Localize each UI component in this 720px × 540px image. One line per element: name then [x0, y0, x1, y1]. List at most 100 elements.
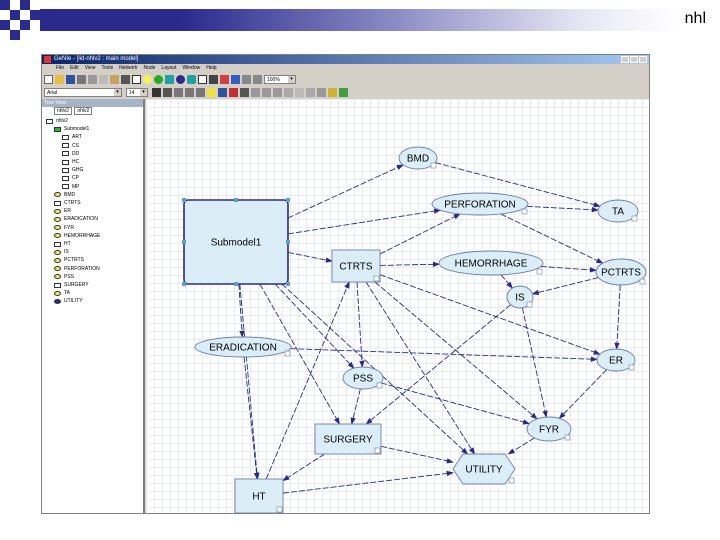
menu-help[interactable]: Help — [206, 64, 216, 73]
selection-handle[interactable] — [234, 282, 238, 286]
maximize-button[interactable] — [630, 56, 638, 63]
select-icon[interactable] — [132, 74, 141, 84]
node-ctrts[interactable]: CTRTS — [331, 249, 381, 283]
align-middle-icon[interactable] — [262, 87, 271, 97]
selection-handle[interactable] — [286, 240, 290, 244]
font-color-icon[interactable] — [229, 87, 238, 97]
layout-icon[interactable] — [317, 87, 326, 97]
arc-hemorrhage-is[interactable] — [500, 274, 513, 289]
distribute-icon[interactable] — [284, 87, 293, 97]
tree-item[interactable]: HC — [62, 158, 79, 166]
tree-item[interactable]: MP — [62, 183, 80, 191]
algorithm-icon[interactable] — [231, 74, 240, 84]
tree-item[interactable]: BMD — [54, 191, 75, 199]
arc-ctrts-perforation[interactable] — [379, 213, 461, 255]
text-icon[interactable] — [198, 74, 207, 84]
line-width-icon[interactable] — [240, 87, 249, 97]
zoom-in-icon[interactable] — [242, 74, 251, 84]
deterministic-node-icon[interactable] — [154, 74, 163, 84]
tree-item[interactable]: CP — [62, 174, 79, 182]
arc-is-surgery[interactable] — [365, 304, 511, 425]
menu-node[interactable]: Node — [143, 64, 155, 73]
align-top-icon[interactable] — [251, 87, 260, 97]
font-name-select[interactable]: Arial ▾ — [44, 87, 122, 97]
node-submodel1[interactable]: Submodel1 — [182, 198, 290, 286]
arc-submodel1-ctrts[interactable] — [287, 251, 333, 263]
align-right-icon[interactable] — [196, 87, 205, 97]
node-surgery[interactable]: SURGERY — [314, 423, 382, 455]
arc-pss-surgery[interactable] — [350, 388, 361, 425]
tree-item[interactable]: HT — [54, 240, 71, 248]
minimize-button[interactable] — [621, 56, 629, 63]
tree-item[interactable]: PERFORATION — [54, 265, 100, 273]
node-utility[interactable]: UTILITY — [452, 453, 516, 485]
copy-icon[interactable] — [99, 74, 108, 84]
arc-er-fyr[interactable] — [558, 369, 608, 420]
selection-handle[interactable] — [182, 240, 186, 244]
arc-surgery-utility[interactable] — [380, 445, 454, 464]
arc-submodel1-ht[interactable] — [239, 283, 260, 480]
sensitivity-icon[interactable] — [328, 87, 337, 97]
align-center-icon[interactable] — [185, 87, 194, 97]
node-bmd[interactable]: BMD — [398, 146, 438, 170]
arc-pctrts-er[interactable] — [614, 284, 621, 350]
tree-item[interactable]: ERADICATION — [54, 215, 98, 223]
selection-handle[interactable] — [182, 198, 186, 202]
italic-icon[interactable] — [163, 87, 172, 97]
strength-icon[interactable] — [339, 87, 348, 97]
graph-canvas[interactable]: Submodel1 BMD PERFORATION TA CTRTS HEMORRHAGE… — [146, 99, 649, 513]
fill-color-icon[interactable] — [207, 87, 216, 97]
tree-item[interactable]: UTILITY — [54, 297, 83, 305]
arrange-icon[interactable] — [306, 87, 315, 97]
arc-ctrts-pss[interactable] — [356, 281, 365, 368]
node-eradication[interactable]: ERADICATION — [194, 336, 292, 358]
node-pss[interactable]: PSS — [342, 366, 384, 390]
arc-pss-fyr[interactable] — [380, 382, 531, 425]
node-hemorrhage[interactable]: HEMORRHAGE — [438, 250, 544, 276]
arc-surgery-ht[interactable] — [282, 453, 325, 482]
tree-item[interactable]: CTRTS — [54, 199, 81, 207]
selection-handle[interactable] — [286, 198, 290, 202]
tree-item[interactable]: HEMORRHAGE — [54, 232, 100, 240]
tree-tab[interactable]: nhlv2 — [74, 107, 93, 115]
tree-item[interactable]: FYR — [54, 224, 74, 232]
new-icon[interactable] — [44, 74, 53, 84]
submodel-icon[interactable] — [187, 74, 196, 84]
zoom-out-icon[interactable] — [253, 74, 262, 84]
save-icon[interactable] — [66, 74, 75, 84]
tree-item[interactable]: ER — [54, 207, 71, 215]
arc-submodel1-bmd[interactable] — [287, 164, 404, 219]
selection-handle[interactable] — [182, 282, 186, 286]
node-fyr[interactable]: FYR — [526, 416, 572, 442]
decision-node-icon[interactable] — [165, 74, 174, 84]
tree-item[interactable]: CS — [62, 142, 79, 150]
font-size-select[interactable]: 14 ▾ — [126, 87, 148, 97]
tree-item[interactable]: PCTRTS — [54, 256, 84, 264]
arc-icon[interactable] — [209, 74, 218, 84]
node-perforation[interactable]: PERFORATION — [431, 192, 529, 216]
arc-ht-utility[interactable] — [282, 470, 454, 494]
align-bottom-icon[interactable] — [273, 87, 282, 97]
arc-ctrts-utility[interactable] — [365, 281, 476, 455]
tree-item[interactable]: PSS — [54, 273, 74, 281]
node-er[interactable]: ER — [596, 348, 636, 372]
tree-item[interactable]: nhlv2 — [46, 117, 68, 125]
paste-icon[interactable] — [110, 74, 119, 84]
node-pctrts[interactable]: PCTRTS — [595, 258, 647, 286]
menu-layout[interactable]: Layout — [161, 64, 176, 73]
bold-icon[interactable] — [152, 87, 161, 97]
arc-eradication-er[interactable] — [290, 348, 598, 362]
arc-pctrts-is[interactable] — [531, 277, 599, 296]
find-icon[interactable] — [121, 74, 130, 84]
tree-item[interactable]: Submodel1 — [54, 125, 89, 133]
update-icon[interactable] — [220, 74, 229, 84]
node-ht[interactable]: HT — [234, 478, 284, 513]
menu-view[interactable]: View — [85, 64, 96, 73]
menu-edit[interactable]: Edit — [70, 64, 79, 73]
tree-item[interactable]: ART — [62, 133, 82, 141]
arc-hemorrhage-pctrts[interactable] — [540, 265, 598, 273]
menu-file[interactable]: File — [56, 64, 64, 73]
utility-node-icon[interactable] — [176, 74, 185, 84]
node-ta[interactable]: TA — [597, 199, 639, 223]
arc-submodel1-perforation[interactable] — [287, 208, 442, 235]
